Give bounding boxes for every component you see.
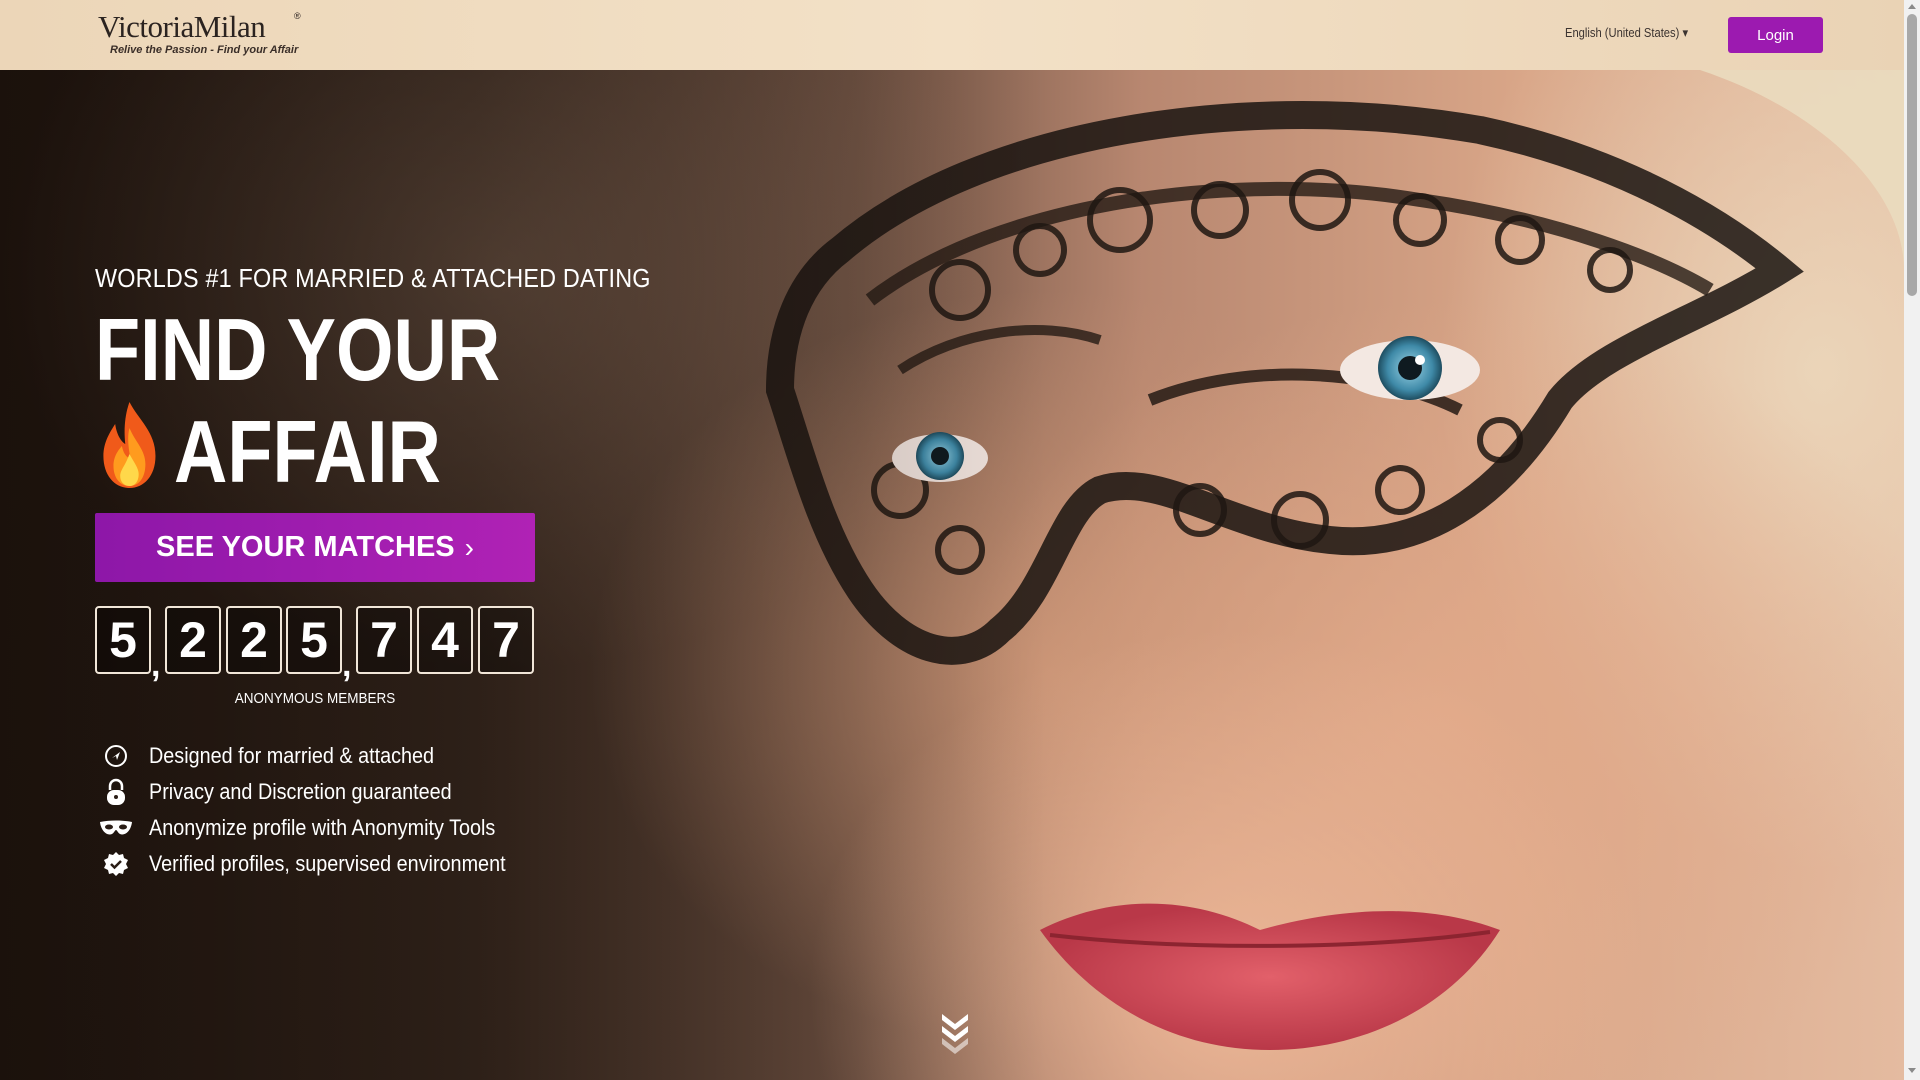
lock-icon	[99, 777, 133, 807]
headline-line-2: AFFAIR	[173, 402, 441, 501]
chevron-right-icon: ›	[464, 531, 474, 563]
hero-section: WORLDS #1 FOR MARRIED & ATTACHED DATING …	[0, 70, 1904, 1080]
masquerade-mask-icon	[99, 813, 133, 843]
counter-digit: 2	[226, 606, 282, 674]
feature-text: Anonymize profile with Anonymity Tools	[149, 815, 496, 840]
feature-list: Designed for married & attached Privacy …	[99, 738, 699, 882]
counter-digit: 2	[165, 606, 221, 674]
verified-check-icon	[99, 849, 133, 879]
hero-headline: FIND YOUR AFFAIR	[95, 302, 500, 500]
scroll-down-arrow-icon[interactable]	[1908, 1068, 1916, 1073]
location-pin-icon	[99, 741, 133, 771]
cta-label: SEE YOUR MATCHES	[156, 531, 455, 563]
feature-item: Verified profiles, supervised environmen…	[99, 846, 699, 882]
counter-digit: 7	[356, 606, 412, 674]
login-button[interactable]: Login	[1728, 17, 1823, 53]
logo-wordmark: VictoriaMilan	[98, 9, 266, 44]
hero-subheading: WORLDS #1 FOR MARRIED & ATTACHED DATING	[95, 263, 651, 293]
counter-digit: 7	[478, 606, 534, 674]
fire-icon	[103, 402, 156, 488]
counter-separator: ,	[151, 646, 161, 684]
see-your-matches-button[interactable]: SEE YOUR MATCHES ›	[95, 513, 535, 582]
feature-item: Privacy and Discretion guaranteed	[99, 774, 699, 810]
logo-tagline: Relive the Passion - Find your Affair	[110, 44, 299, 56]
counter-digit: 5	[286, 606, 342, 674]
feature-text: Privacy and Discretion guaranteed	[149, 779, 452, 804]
logo[interactable]: VictoriaMilan ® Relive the Passion - Fin…	[98, 9, 304, 59]
scroll-up-arrow-icon[interactable]	[1908, 4, 1916, 9]
language-selector[interactable]: English (United States) ▾	[1565, 25, 1688, 41]
counter-separator: ,	[342, 646, 352, 684]
counter-digit: 5	[95, 606, 151, 674]
scrollbar-thumb[interactable]	[1907, 14, 1917, 296]
feature-item: Anonymize profile with Anonymity Tools	[99, 810, 699, 846]
member-counter: 5 , 2 2 5 , 7 4 7	[95, 606, 535, 684]
counter-digit: 4	[417, 606, 473, 674]
counter-label: ANONYMOUS MEMBERS	[234, 690, 396, 707]
feature-item: Designed for married & attached	[99, 738, 699, 774]
feature-text: Verified profiles, supervised environmen…	[149, 851, 506, 876]
double-chevron-down-icon[interactable]	[938, 1010, 972, 1056]
page-scrollbar[interactable]	[1904, 0, 1920, 1080]
hero-content: WORLDS #1 FOR MARRIED & ATTACHED DATING …	[95, 70, 735, 1080]
logo-registered-mark: ®	[294, 11, 301, 21]
headline-line-2-wrap: AFFAIR	[95, 398, 500, 500]
headline-line-1: FIND YOUR	[95, 300, 501, 399]
site-header: VictoriaMilan ® Relive the Passion - Fin…	[0, 0, 1904, 70]
feature-text: Designed for married & attached	[149, 743, 435, 768]
